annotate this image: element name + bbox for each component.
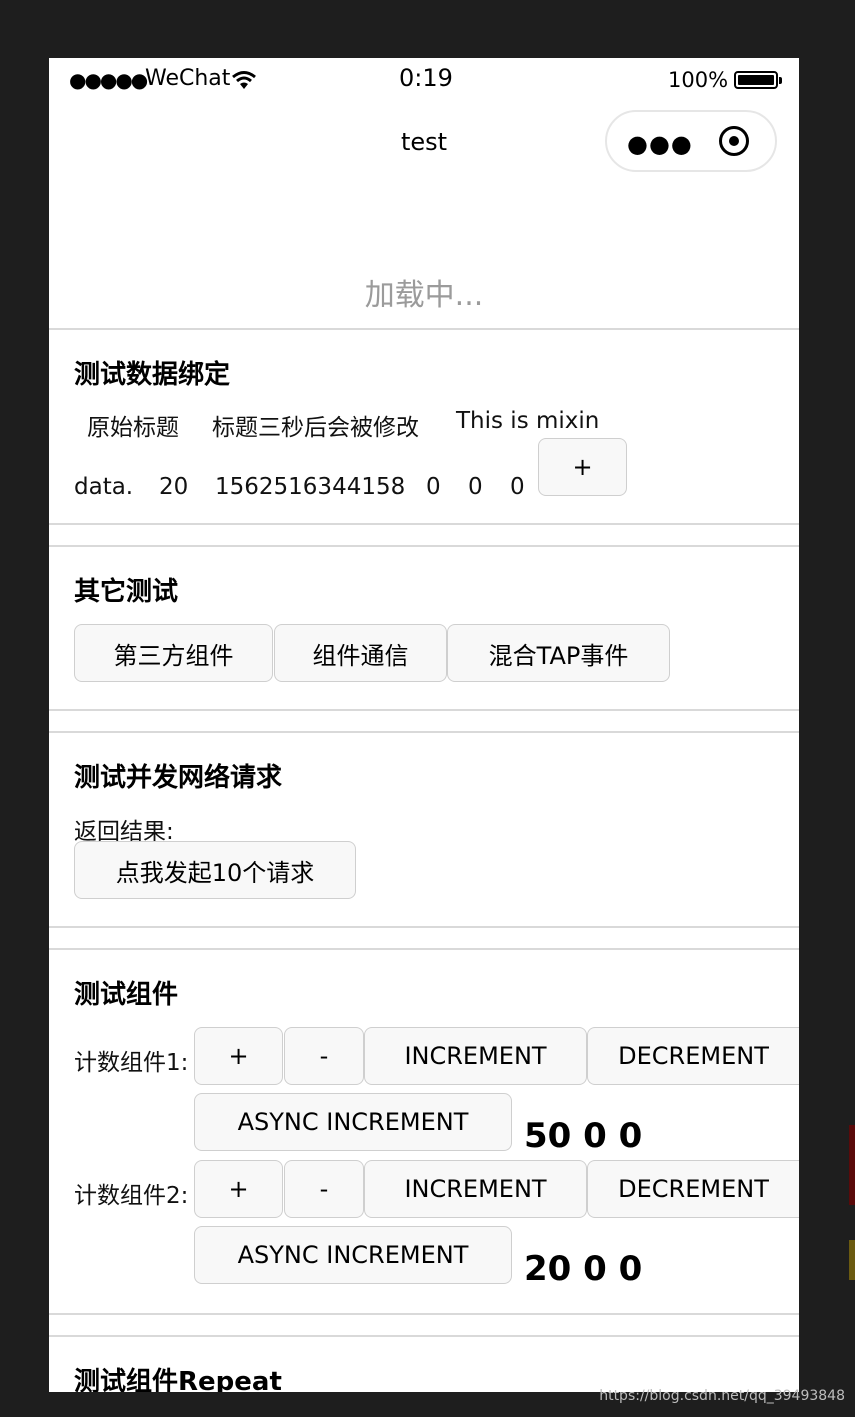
counter-async-increment-button[interactable]: ASYNC INCREMENT	[194, 1093, 512, 1151]
divider	[49, 328, 799, 330]
counter-increment-button[interactable]: INCREMENT	[364, 1027, 587, 1085]
divider	[49, 948, 799, 950]
data-value-3: 0	[426, 474, 441, 500]
data-prefix: data.	[74, 474, 134, 500]
battery-percent: 100%	[668, 68, 729, 92]
counter-label: 计数组件2:	[74, 1183, 189, 1209]
capsule-menu: ●●●	[605, 110, 777, 172]
counter-value: 50 0 0	[524, 1116, 643, 1156]
divider	[49, 545, 799, 547]
counter-plus-button[interactable]: +	[194, 1027, 283, 1085]
more-icon[interactable]: ●●●	[627, 130, 693, 158]
carrier-label: WeChat	[145, 66, 231, 91]
data-value-4: 0	[468, 474, 483, 500]
section-title-other: 其它测试	[74, 577, 179, 607]
mixin-text: This is mixin	[456, 408, 600, 434]
watermark: https://blog.csdn.net/qq_39493848	[599, 1388, 845, 1404]
modified-title: 标题三秒后会被修改	[212, 415, 419, 441]
phone-screen: ●●●●● WeChat 0:19 100% test ●●● 加载中... 测…	[49, 58, 799, 1392]
wifi-icon	[232, 71, 256, 89]
counter-async-increment-button[interactable]: ASYNC INCREMENT	[194, 1226, 512, 1284]
divider	[49, 709, 799, 711]
counter-decrement-button[interactable]: DECREMENT	[587, 1160, 799, 1218]
data-value-1: 20	[159, 474, 189, 500]
clock: 0:19	[399, 64, 453, 92]
counter-plus-button[interactable]: +	[194, 1160, 283, 1218]
third-party-component-button[interactable]: 第三方组件	[74, 624, 273, 682]
section-title-binding: 测试数据绑定	[74, 360, 231, 390]
battery-icon	[734, 71, 782, 89]
counter-increment-button[interactable]: INCREMENT	[364, 1160, 587, 1218]
divider	[49, 523, 799, 525]
counter-minus-button[interactable]: -	[284, 1160, 364, 1218]
signal-icon: ●●●●●	[69, 68, 148, 92]
section-title-repeat: 测试组件Repeat	[74, 1367, 282, 1392]
send-requests-button[interactable]: 点我发起10个请求	[74, 841, 356, 899]
counter-minus-button[interactable]: -	[284, 1027, 364, 1085]
side-strip-yellow	[849, 1240, 855, 1280]
divider	[49, 1313, 799, 1315]
plus-button[interactable]: +	[538, 438, 627, 496]
divider	[49, 1335, 799, 1337]
data-timestamp: 1562516344158	[215, 474, 406, 500]
status-bar: ●●●●● WeChat 0:19 100%	[69, 64, 782, 96]
side-strip-red	[849, 1125, 855, 1205]
close-miniprogram-icon[interactable]	[719, 126, 749, 156]
section-title-component: 测试组件	[74, 980, 179, 1010]
component-communication-button[interactable]: 组件通信	[274, 624, 447, 682]
data-value-5: 0	[510, 474, 525, 500]
counter-value: 20 0 0	[524, 1249, 643, 1289]
counter-decrement-button[interactable]: DECREMENT	[587, 1027, 799, 1085]
counter-label: 计数组件1:	[74, 1050, 189, 1076]
divider	[49, 731, 799, 733]
loading-text: 加载中...	[364, 278, 484, 313]
divider	[49, 926, 799, 928]
mixed-tap-event-button[interactable]: 混合TAP事件	[447, 624, 670, 682]
section-title-network: 测试并发网络请求	[74, 763, 283, 793]
original-title: 原始标题	[87, 415, 179, 441]
